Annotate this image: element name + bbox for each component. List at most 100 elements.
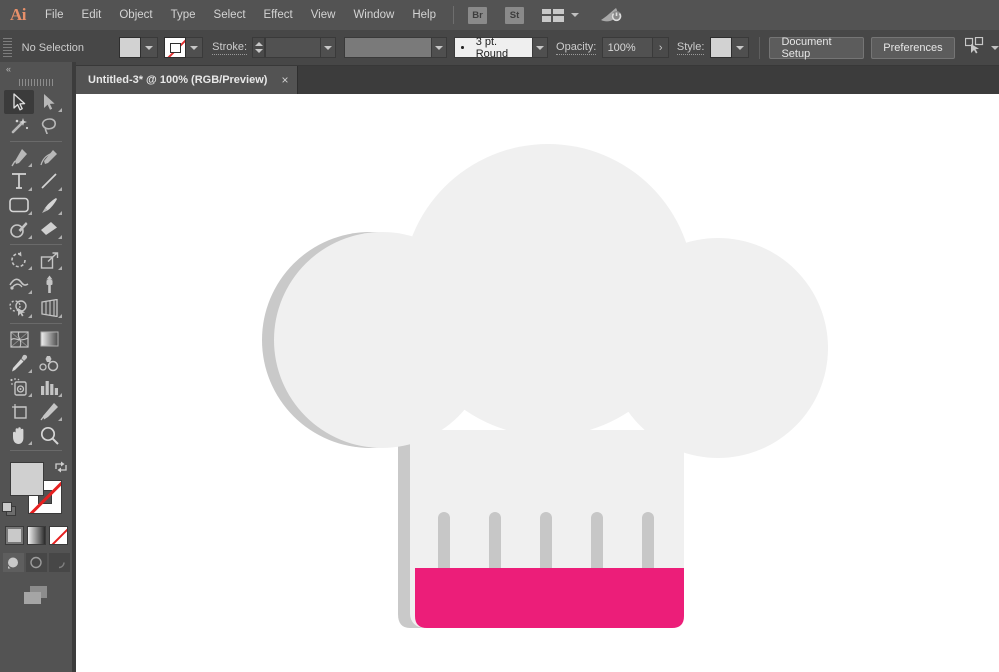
flyout-triangle-icon	[28, 235, 32, 239]
stroke-dropdown-button[interactable]	[185, 37, 203, 58]
control-bar: No Selection Stroke: 3 pt. Round Opacity…	[0, 30, 999, 66]
flyout-triangle-icon	[58, 393, 62, 397]
draw-behind-button[interactable]	[25, 553, 47, 572]
slice-tool[interactable]	[34, 399, 64, 423]
bridge-button[interactable]: Br	[468, 6, 487, 24]
app-logo-icon: Ai	[10, 5, 27, 24]
line-segment-tool[interactable]	[34, 169, 64, 193]
illustrator-window: Ai File Edit Object Type Select Effect V…	[0, 0, 999, 672]
gradient-tool[interactable]	[34, 327, 64, 351]
variable-width-dropdown-button[interactable]	[432, 37, 448, 58]
selection-tool[interactable]	[4, 90, 34, 114]
zoom-tool[interactable]	[34, 423, 64, 447]
stroke-swatch-group[interactable]	[163, 37, 203, 58]
graphic-style-dropdown-button[interactable]	[731, 37, 749, 58]
collapse-tools-button[interactable]: «	[0, 62, 72, 76]
flyout-triangle-icon	[28, 187, 32, 191]
perspective-grid-tool[interactable]	[34, 296, 64, 320]
shaper-tool[interactable]	[4, 217, 34, 241]
toolbar-fill-swatch[interactable]	[10, 462, 44, 496]
menu-effect[interactable]: Effect	[255, 0, 302, 30]
tools-list	[0, 88, 72, 454]
flyout-triangle-icon	[28, 441, 32, 445]
stroke-weight-label: Stroke:	[212, 40, 248, 55]
menu-type[interactable]: Type	[162, 0, 205, 30]
width-tool[interactable]	[4, 272, 34, 296]
fill-swatch-group[interactable]	[118, 37, 158, 58]
change-screen-mode-icon	[24, 586, 47, 604]
lasso-tool[interactable]	[34, 114, 64, 138]
stroke-weight-input[interactable]	[265, 37, 321, 58]
graphic-style-swatch[interactable]	[709, 37, 732, 58]
tools-panel-grip[interactable]	[0, 76, 72, 88]
select-similar-objects-icon[interactable]	[964, 36, 984, 59]
opacity-options-button[interactable]: ›	[653, 37, 670, 58]
brush-definition-select[interactable]: 3 pt. Round	[454, 36, 534, 60]
color-icon[interactable]	[4, 526, 24, 545]
canvas-area[interactable]	[76, 94, 999, 672]
eyedropper-tool[interactable]	[4, 351, 34, 375]
none-icon[interactable]	[48, 526, 68, 545]
hat-band	[415, 568, 684, 628]
default-fill-stroke-icon[interactable]	[2, 502, 18, 518]
arrange-documents-icon[interactable]	[542, 8, 564, 22]
flyout-triangle-icon	[28, 369, 32, 373]
menu-bar: Ai File Edit Object Type Select Effect V…	[0, 0, 999, 30]
variable-width-profile-input[interactable]	[344, 37, 433, 58]
opacity-input[interactable]: 100%	[601, 37, 654, 58]
menu-object[interactable]: Object	[110, 0, 161, 30]
type-tool[interactable]	[4, 169, 34, 193]
flyout-triangle-icon	[58, 108, 62, 112]
chevron-down-icon[interactable]	[571, 13, 579, 17]
chef-hat-illustration[interactable]	[76, 94, 999, 672]
menu-window[interactable]: Window	[344, 0, 403, 30]
close-icon[interactable]: ×	[281, 74, 288, 86]
rotate-tool[interactable]	[4, 248, 34, 272]
hand-tool[interactable]	[4, 423, 34, 447]
scale-tool[interactable]	[34, 248, 64, 272]
menu-file[interactable]: File	[36, 0, 73, 30]
gradient-icon[interactable]	[26, 526, 46, 545]
tools-divider	[10, 450, 62, 451]
preferences-button[interactable]: Preferences	[871, 36, 955, 59]
stroke-weight-dropdown-button[interactable]	[320, 37, 336, 58]
flyout-triangle-icon	[58, 314, 62, 318]
stock-button[interactable]: St	[505, 6, 524, 24]
document-tab[interactable]: Untitled-3* @ 100% (RGB/Preview) ×	[76, 66, 299, 94]
shape-builder-tool[interactable]	[4, 296, 34, 320]
column-graph-tool[interactable]	[34, 375, 64, 399]
menu-divider	[453, 6, 454, 24]
artboard-tool[interactable]	[4, 399, 34, 423]
pen-tool[interactable]	[4, 145, 34, 169]
draw-normal-button[interactable]	[2, 553, 24, 572]
curvature-tool[interactable]	[34, 145, 64, 169]
stroke-weight-stepper[interactable]	[252, 37, 266, 58]
screen-mode-control[interactable]	[0, 584, 72, 606]
free-transform-tool[interactable]	[34, 272, 64, 296]
control-bar-grip[interactable]	[3, 37, 12, 58]
fill-swatch[interactable]	[118, 37, 141, 58]
direct-selection-tool[interactable]	[34, 90, 64, 114]
paintbrush-tool[interactable]	[34, 193, 64, 217]
tools-panel: «	[0, 62, 72, 672]
fill-dropdown-button[interactable]	[140, 37, 158, 58]
select-similar-chevron-icon[interactable]	[991, 45, 999, 50]
stroke-swatch[interactable]	[163, 37, 186, 58]
draw-inside-button[interactable]	[48, 553, 70, 572]
blend-tool[interactable]	[34, 351, 64, 375]
mesh-tool[interactable]	[4, 327, 34, 351]
swap-fill-stroke-icon[interactable]	[54, 460, 68, 474]
menu-help[interactable]: Help	[403, 0, 445, 30]
symbol-sprayer-tool[interactable]	[4, 375, 34, 399]
rectangle-tool[interactable]	[4, 193, 34, 217]
brush-definition-dropdown-button[interactable]	[533, 37, 549, 58]
rocket-icon[interactable]	[599, 5, 623, 25]
flyout-triangle-icon	[58, 266, 62, 270]
menu-edit[interactable]: Edit	[73, 0, 111, 30]
document-setup-button[interactable]: Document Setup	[769, 36, 865, 60]
eraser-tool[interactable]	[34, 217, 64, 241]
magic-wand-tool[interactable]	[4, 114, 34, 138]
graphic-style-group[interactable]	[709, 37, 749, 58]
menu-select[interactable]: Select	[205, 0, 255, 30]
menu-view[interactable]: View	[302, 0, 345, 30]
